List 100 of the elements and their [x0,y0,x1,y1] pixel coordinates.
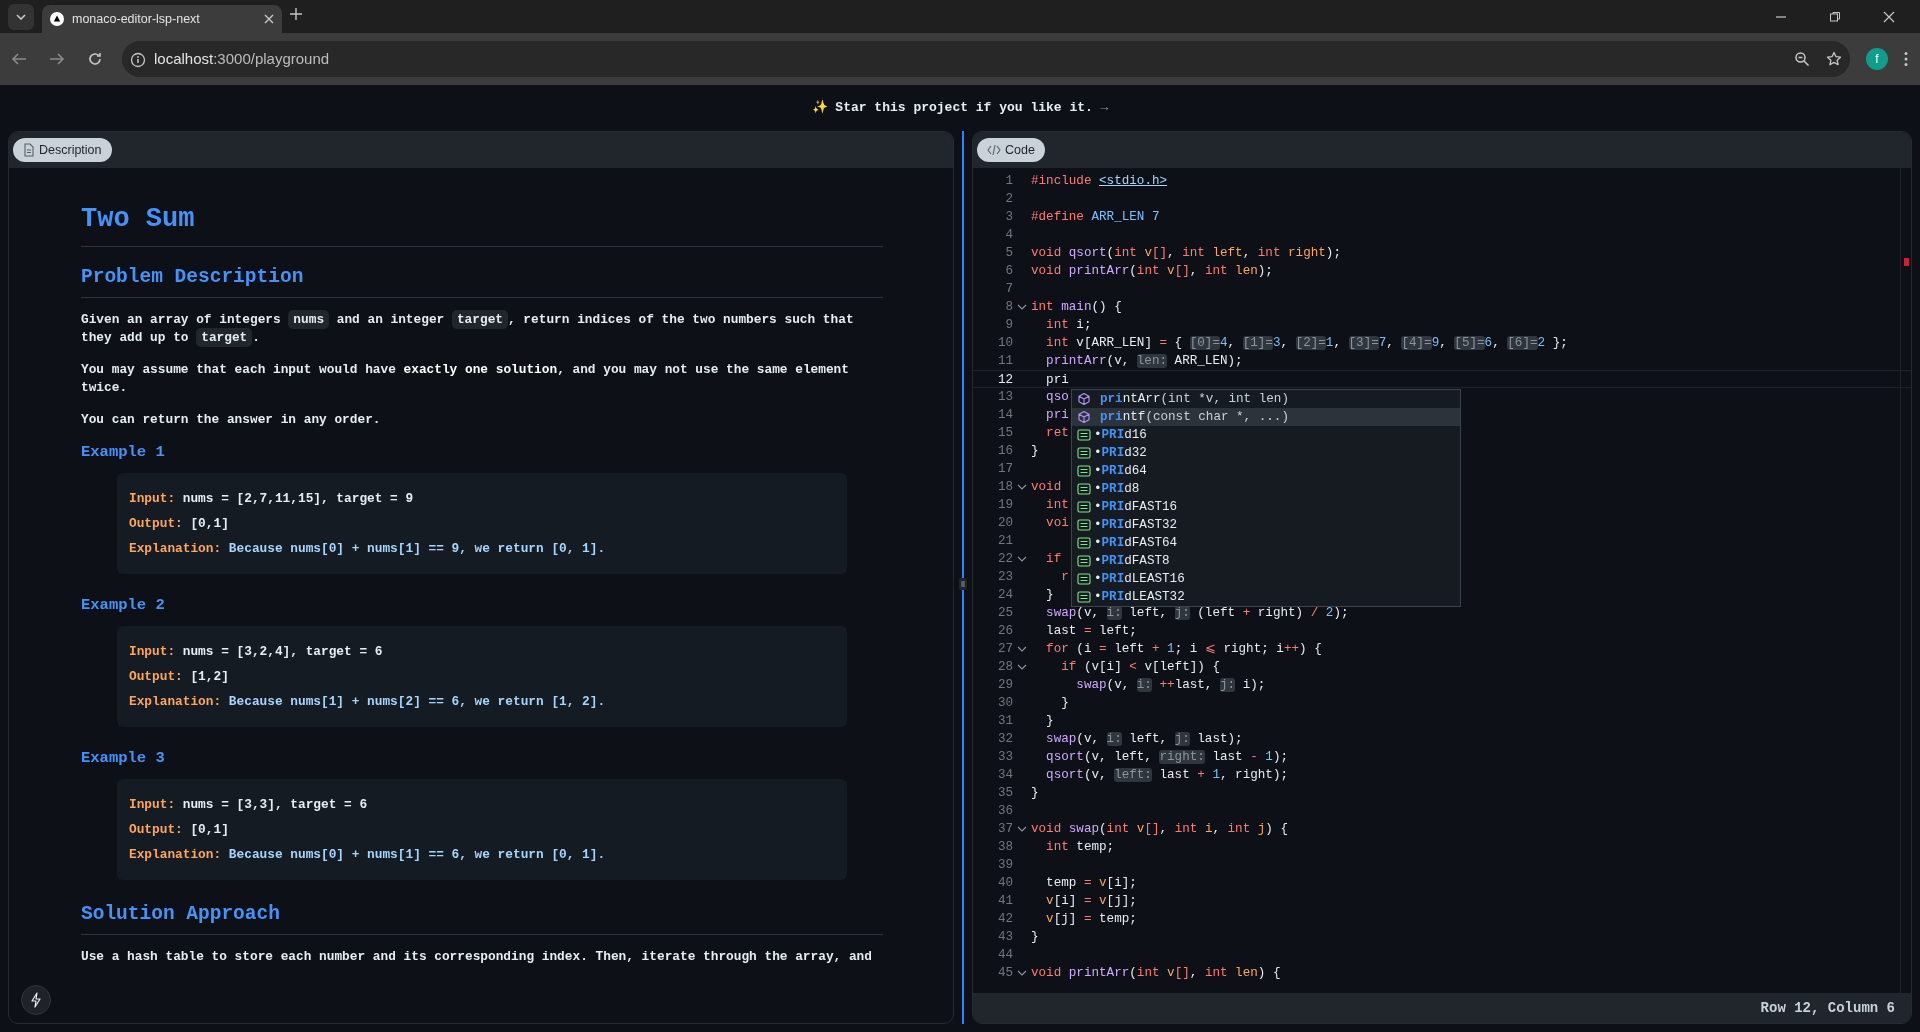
example-line: Output: [0,1] [129,821,230,839]
suggestion-item[interactable]: •PRId64 [1072,462,1460,480]
list-icon [1077,429,1091,441]
example-line: Explanation: Because nums[0] + nums[1] == 6, we return [0, 1]. [129,846,607,864]
line-number: 11 [996,353,1013,370]
description-tab[interactable]: Description [13,138,112,162]
code-line: int main() { [1031,299,1122,316]
problem-title: Two Sum [81,202,883,247]
list-icon [1077,519,1091,531]
line-number: 35 [996,785,1013,802]
code-line: qsort(v, left, right: last - 1); [1045,749,1288,766]
line-number: 23 [996,569,1013,586]
code-line: if [1045,551,1062,568]
line-number: 29 [996,677,1013,694]
restore-icon [1829,10,1841,23]
code-line: int temp; [1045,839,1115,856]
browser-tab[interactable]: monaco-editor-lsp-next [42,5,282,33]
paragraph: You can return the answer in any order. [81,411,382,429]
section-heading: Problem Description [81,265,883,298]
magnifier-icon [1794,51,1810,67]
code-line: printArr(v, len: ARR_LEN); [1045,353,1243,370]
code-line: qsort(v, left: last + 1, right); [1045,767,1288,784]
line-number: 3 [1004,209,1013,226]
line-number: 43 [996,929,1013,946]
zoom-button[interactable] [1794,51,1810,67]
tab-list-button[interactable] [8,4,34,30]
fold-chevron-icon[interactable] [1017,554,1027,564]
forward-arrow-icon [49,51,65,67]
tab-title: monaco-editor-lsp-next [72,10,201,28]
suggestion-item[interactable]: printArr(int *v, int len) [1072,390,1460,408]
code-line: int i; [1045,317,1092,334]
line-number: 45 [996,965,1013,982]
paragraph: You may assume that each input would have exactly one solution, and you may not use the same element twice. [81,361,850,397]
line-number: 32 [996,731,1013,748]
menu-button[interactable] [1904,51,1908,67]
line-number: 18 [996,479,1013,496]
line-number: 34 [996,767,1013,784]
suggestion-item[interactable]: •PRIdLEAST32 [1072,588,1460,606]
suggestion-item[interactable]: •PRId8 [1072,480,1460,498]
example-heading: Example 2 [81,596,166,614]
line-number: 1 [1004,173,1013,190]
paragraph: Given an array of integers nums and an integer target , return indices of the two numbers such that they add up to target . [81,311,855,347]
cube-icon [1077,410,1091,424]
code-line: } [1031,443,1039,460]
address-bar[interactable]: localhost:3000/playground [122,41,1850,77]
line-number: 24 [996,587,1013,604]
code-line: } [1060,695,1069,712]
suggestion-item[interactable]: •PRId16 [1072,426,1460,444]
line-number: 12 [996,372,1013,387]
line-number: 14 [996,407,1013,424]
line-number: 39 [996,857,1013,874]
code-line: void swap(int v[], int i, int j) { [1031,821,1289,838]
example-heading: Example 1 [81,443,166,461]
suggestion-item[interactable]: •PRIdLEAST16 [1072,570,1460,588]
code-line: void printArr(int v[], int len); [1031,263,1273,280]
suggestion-item[interactable]: printf(const char *, ...) [1072,408,1460,426]
code-line: v[j] = temp; [1045,911,1137,928]
bookmark-button[interactable] [1826,51,1842,67]
info-icon [130,51,146,68]
suggestion-item[interactable]: •PRIdFAST16 [1072,498,1460,516]
code-line: int [1045,497,1069,514]
code-line: int v[ARR_LEN] = { [0]=4, [1]=3, [2]=1, [3]=7, [4]=9, [5]=6, [6]=2 }; [1045,335,1568,352]
example-line: Output: [1,2] [129,668,230,686]
suggestion-item[interactable]: •PRIdFAST32 [1072,516,1460,534]
code-line: void printArr(int v[], int len) { [1031,965,1281,982]
line-number: 21 [996,533,1013,550]
close-icon[interactable] [264,14,274,25]
example-line: Explanation: Because nums[1] + nums[2] == 6, we return [1, 2]. [129,693,607,711]
line-number: 28 [996,659,1013,676]
caret-icon [16,14,26,20]
code-line: if (v[i] < v[left]) { [1060,659,1220,676]
fold-chevron-icon[interactable] [1017,824,1027,834]
line-number: 15 [996,425,1013,442]
line-number: 41 [996,893,1013,910]
list-icon [1077,501,1091,513]
line-number: 17 [996,461,1013,478]
code-tab[interactable]: Code [977,138,1045,162]
suggestion-item[interactable]: •PRIdFAST64 [1072,534,1460,552]
code-line: temp = v[i]; [1045,875,1137,892]
line-number: 25 [996,605,1013,622]
document-icon [23,143,35,157]
code-line: v[i] = v[j]; [1045,893,1137,910]
list-icon [1077,537,1091,549]
lightning-button[interactable] [21,985,51,1015]
list-icon [1077,447,1091,459]
fold-chevron-icon[interactable] [1017,302,1027,312]
fold-chevron-icon[interactable] [1017,482,1027,492]
error-marker [1904,258,1909,266]
new-tab-button[interactable] [290,8,302,20]
line-number: 8 [1004,299,1013,316]
fold-chevron-icon[interactable] [1017,968,1027,978]
reload-icon [87,51,103,67]
line-number: 33 [996,749,1013,766]
star-project-link[interactable]: ✨ Star this project if you like it. → [811,98,1109,118]
suggestion-item[interactable]: •PRId32 [1072,444,1460,462]
example-heading: Example 3 [81,749,166,767]
line-number: 19 [996,497,1013,514]
close-icon [1883,10,1895,23]
suggestion-item[interactable]: •PRIdFAST8 [1072,552,1460,570]
line-number: 31 [996,713,1013,730]
